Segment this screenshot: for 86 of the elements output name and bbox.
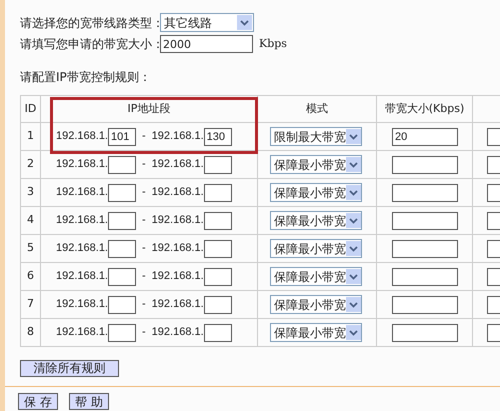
mode-select[interactable]: 限制最大带宽 [270,127,362,146]
range-dash: - [142,213,146,228]
rules-title: 请配置IP带宽控制规则： [20,69,152,86]
bandwidth-label: 请填写您申请的带宽大小： [20,36,160,53]
id-cell: 3 [20,178,40,206]
ip-start-input[interactable] [108,268,136,286]
line-type-select[interactable]: 其它线路 [160,13,254,32]
ip-start-input[interactable]: 101 [108,128,136,146]
column-header: 模式 [258,96,376,122]
id-cell: 5 [20,234,40,262]
id-cell: 8 [20,318,40,346]
dropdown-caret-icon [237,15,252,30]
ip-end-input[interactable] [204,240,232,258]
ip-prefix: 192.168.1. [56,185,108,200]
ip-end-input[interactable] [204,296,232,314]
dropdown-caret-icon [346,157,361,172]
column-header: ID [20,96,40,122]
range-dash: - [142,269,146,284]
action-button[interactable]: 帮 助 [69,393,109,410]
id-cell: 1 [20,122,40,150]
bandwidth-cell-input[interactable]: 20 [392,128,458,146]
action-button[interactable]: 保 存 [18,393,58,410]
id-cell: 7 [20,290,40,318]
ip-start-input[interactable] [108,324,136,342]
bandwidth-cell-input[interactable] [392,324,458,342]
ip-end-input[interactable] [204,156,232,174]
range-dash: - [142,157,146,172]
ip-end-input[interactable] [204,324,232,342]
ip-prefix: 192.168.1. [56,269,108,284]
ip-prefix: 192.168.1. [152,269,204,284]
mode-select[interactable]: 保障最小带宽 [270,211,362,230]
ip-prefix: 192.168.1. [152,213,204,228]
ip-prefix: 192.168.1. [56,297,108,312]
ip-end-input[interactable] [204,268,232,286]
ip-prefix: 192.168.1. [56,213,108,228]
dropdown-caret-icon [346,185,361,200]
bandwidth-cell-input[interactable] [392,268,458,286]
column-header: IP地址段 [40,96,258,122]
bandwidth-input[interactable]: 2000 [160,35,253,53]
id-cell: 2 [20,150,40,178]
ip-start-input[interactable] [108,296,136,314]
ip-prefix: 192.168.1. [152,129,204,144]
ip-start-input[interactable] [108,240,136,258]
range-dash: - [142,185,146,200]
mode-select[interactable]: 保障最小带宽 [270,239,362,258]
unit-label: Kbps [259,36,287,52]
ip-start-input[interactable] [108,156,136,174]
mode-select[interactable]: 保障最小带宽 [270,155,362,174]
ip-start-input[interactable] [108,212,136,230]
bandwidth-cell-input[interactable] [392,296,458,314]
range-dash: - [142,325,146,340]
ip-end-input[interactable]: 130 [204,128,232,146]
dropdown-caret-icon [346,241,361,256]
dropdown-caret-icon [346,325,361,340]
range-dash: - [142,129,146,144]
ip-prefix: 192.168.1. [152,157,204,172]
dropdown-caret-icon [346,297,361,312]
ip-prefix: 192.168.1. [56,325,108,340]
ip-prefix: 192.168.1. [152,241,204,256]
mode-select[interactable]: 保障最小带宽 [270,183,362,202]
ip-prefix: 192.168.1. [56,129,108,144]
line-type-label: 请选择您的宽带线路类型： [20,14,160,32]
dropdown-caret-icon [346,129,361,144]
clear-rules-button[interactable]: 清除所有规则 [20,360,119,376]
bandwidth-cell-input[interactable] [392,156,458,174]
ip-prefix: 192.168.1. [56,157,108,172]
bandwidth-cell-input[interactable] [392,240,458,258]
mode-select[interactable]: 保障最小带宽 [270,267,362,286]
ip-end-input[interactable] [204,212,232,230]
ip-prefix: 192.168.1. [152,185,204,200]
id-cell: 4 [20,206,40,234]
range-dash: - [142,241,146,256]
column-header: 带宽大小(Kbps) [376,96,472,122]
dropdown-caret-icon [346,269,361,284]
ip-prefix: 192.168.1. [152,297,204,312]
ip-end-input[interactable] [204,184,232,202]
mode-select[interactable]: 保障最小带宽 [270,323,362,342]
bandwidth-cell-input[interactable] [392,212,458,230]
ip-start-input[interactable] [108,184,136,202]
dropdown-caret-icon [346,213,361,228]
range-dash: - [142,297,146,312]
ip-prefix: 192.168.1. [56,241,108,256]
ip-prefix: 192.168.1. [152,325,204,340]
id-cell: 6 [20,262,40,290]
bandwidth-cell-input[interactable] [392,184,458,202]
mode-select[interactable]: 保障最小带宽 [270,295,362,314]
